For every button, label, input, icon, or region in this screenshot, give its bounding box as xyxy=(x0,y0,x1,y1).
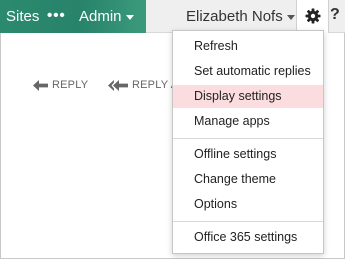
menu-divider xyxy=(173,221,323,222)
user-bar: Elizabeth Nofs ? xyxy=(146,0,345,33)
menu-item-refresh[interactable]: Refresh xyxy=(173,35,323,58)
menu-item-display-settings[interactable]: Display settings xyxy=(173,85,323,108)
chevron-down-icon[interactable] xyxy=(287,15,295,20)
reply-label: REPLY xyxy=(52,79,89,91)
menu-item-set-automatic-replies[interactable]: Set automatic replies xyxy=(173,60,323,83)
gear-icon xyxy=(305,8,321,24)
menu-item-offline-settings[interactable]: Offline settings xyxy=(173,143,323,166)
menu-item-office-365-settings[interactable]: Office 365 settings xyxy=(173,226,323,249)
more-apps-button[interactable]: ••• xyxy=(47,7,66,24)
help-button[interactable]: ? xyxy=(330,6,340,24)
sites-link[interactable]: Sites xyxy=(6,8,39,25)
settings-button[interactable] xyxy=(296,0,329,33)
menu-item-options[interactable]: Options xyxy=(173,193,323,216)
reply-all-button[interactable]: REPLY ALL xyxy=(108,79,172,93)
admin-link[interactable]: Admin xyxy=(79,8,122,25)
reply-all-label: REPLY ALL xyxy=(132,79,172,91)
settings-dropdown-menu: Refresh Set automatic replies Display se… xyxy=(172,30,324,254)
user-name-menu[interactable]: Elizabeth Nofs xyxy=(186,8,283,25)
menu-divider xyxy=(173,138,323,139)
app-nav-bar: Sites ••• Admin xyxy=(0,0,146,33)
menu-item-change-theme[interactable]: Change theme xyxy=(173,168,323,191)
top-bar: Sites ••• Admin Elizabeth Nofs ? xyxy=(0,0,345,33)
reply-button[interactable]: REPLY xyxy=(33,79,93,93)
reply-arrow-icon xyxy=(33,80,48,91)
chevron-down-icon[interactable] xyxy=(126,15,134,20)
reply-all-arrow-icon xyxy=(108,80,128,91)
menu-item-manage-apps[interactable]: Manage apps xyxy=(173,110,323,133)
